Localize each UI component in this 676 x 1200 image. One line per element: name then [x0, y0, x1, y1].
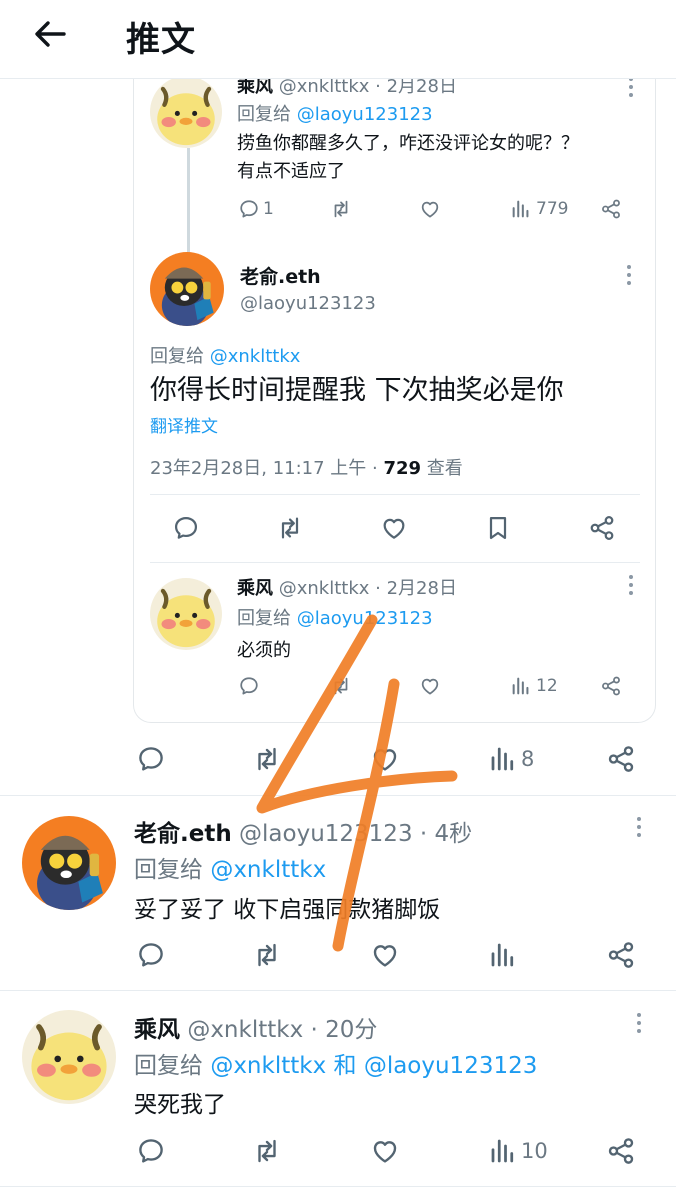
- share-icon[interactable]: [600, 675, 622, 697]
- arrow-left-icon[interactable]: [30, 14, 70, 54]
- divider: [150, 494, 640, 495]
- tweet-text-line: 有点不适应了: [237, 161, 345, 182]
- share-icon[interactable]: [606, 940, 636, 970]
- reply-to-line: 回复给 @xnklttkx 和 @laoyu123123: [134, 1046, 537, 1080]
- avatar[interactable]: [22, 816, 116, 910]
- more-options-icon[interactable]: [626, 264, 632, 286]
- reply-joiner: 和: [326, 1053, 364, 1079]
- more-options-icon[interactable]: [636, 816, 642, 838]
- views-icon[interactable]: [488, 940, 518, 970]
- reply-to-link[interactable]: @laoyu123123: [297, 104, 433, 125]
- divider: [0, 1186, 676, 1187]
- retweet-icon[interactable]: [330, 198, 352, 220]
- views-icon[interactable]: [488, 1136, 518, 1166]
- translate-link[interactable]: 翻译推文: [150, 412, 218, 437]
- reply-icon[interactable]: [136, 940, 166, 970]
- tweet-text: 哭死我了: [134, 1092, 226, 1118]
- share-icon[interactable]: [606, 744, 636, 774]
- tweet-time: · 20分: [310, 1017, 378, 1043]
- reply-count: 1: [263, 199, 274, 219]
- retweet-icon[interactable]: [252, 1136, 282, 1166]
- tweet-text-line: 捞鱼你都醒多久了，咋还没评论女的呢？？: [237, 133, 579, 154]
- author-handle[interactable]: @xnklttkx: [187, 1017, 303, 1043]
- tweet-meta: 乘风 @xnklttkx · 2月28日: [237, 574, 457, 600]
- view-total: 729: [383, 458, 422, 479]
- timestamp-text[interactable]: 23年2月28日, 11:17 上午 ·: [150, 458, 383, 479]
- tweet-time: · 2月28日: [375, 578, 457, 599]
- page-title: 推文: [126, 20, 196, 60]
- view-count: 10: [521, 1139, 548, 1163]
- like-icon[interactable]: [370, 1136, 400, 1166]
- more-options-icon[interactable]: [636, 1012, 642, 1034]
- reply-prefix: 回复给: [150, 346, 204, 367]
- like-icon[interactable]: [419, 198, 441, 220]
- reply-icon[interactable]: [136, 1136, 166, 1166]
- avatar[interactable]: [150, 252, 224, 326]
- reply-prefix: 回复给: [134, 1053, 203, 1079]
- share-icon[interactable]: [588, 514, 616, 542]
- handwritten-number-annotation: [256, 614, 458, 952]
- tweet-text: 捞鱼你都醒多久了，咋还没评论女的呢？？ 有点不适应了: [237, 130, 579, 186]
- retweet-icon[interactable]: [276, 514, 304, 542]
- tweet-text: 你得长时间提醒我 下次抽奖必是你: [150, 375, 564, 406]
- more-options-icon[interactable]: [628, 574, 634, 596]
- author-name[interactable]: 老俞.eth: [134, 821, 232, 847]
- reply-to-link[interactable]: @xnklttkx: [210, 346, 301, 367]
- reply-icon[interactable]: [136, 744, 166, 774]
- reply-prefix: 回复给: [237, 104, 291, 125]
- views-label: 查看: [421, 458, 463, 479]
- author-handle[interactable]: @xnklttkx: [279, 578, 370, 599]
- view-count: 779: [536, 199, 569, 219]
- reply-to-link[interactable]: @xnklttkx: [210, 1053, 326, 1079]
- reply-icon[interactable]: [238, 198, 260, 220]
- reply-to-line: 回复给 @laoyu123123: [237, 100, 433, 126]
- avatar[interactable]: [22, 1010, 116, 1104]
- view-count: 8: [521, 747, 535, 771]
- tweet-meta: 乘风 @xnklttkx · 20分: [134, 1010, 377, 1044]
- author-name[interactable]: 乘风: [134, 1017, 180, 1043]
- bookmark-icon[interactable]: [484, 514, 512, 542]
- avatar[interactable]: [150, 76, 222, 148]
- divider: [0, 990, 676, 991]
- reply-to-line: 回复给 @xnklttkx: [150, 342, 300, 368]
- like-icon[interactable]: [380, 514, 408, 542]
- tweet-timestamp: 23年2月28日, 11:17 上午 · 729 查看: [150, 454, 463, 480]
- author-name[interactable]: 乘风: [237, 578, 273, 599]
- author-name[interactable]: 老俞.eth: [240, 262, 321, 289]
- reply-to-link[interactable]: @laoyu123123: [364, 1053, 538, 1079]
- share-icon[interactable]: [600, 198, 622, 220]
- author-handle[interactable]: @laoyu123123: [240, 293, 376, 314]
- reply-icon[interactable]: [172, 514, 200, 542]
- author-handle[interactable]: @xnklttkx: [279, 76, 370, 97]
- divider: [150, 562, 640, 563]
- share-icon[interactable]: [606, 1136, 636, 1166]
- views-icon[interactable]: [488, 744, 518, 774]
- tweet-time: · 2月28日: [375, 76, 457, 97]
- view-count: 12: [536, 676, 558, 696]
- author-name[interactable]: 乘风: [237, 76, 273, 97]
- avatar[interactable]: [150, 578, 222, 650]
- top-bar: 推文: [0, 0, 676, 79]
- reply-prefix: 回复给: [134, 857, 203, 883]
- views-icon[interactable]: [510, 675, 532, 697]
- more-options-icon[interactable]: [628, 76, 634, 98]
- views-icon[interactable]: [510, 198, 532, 220]
